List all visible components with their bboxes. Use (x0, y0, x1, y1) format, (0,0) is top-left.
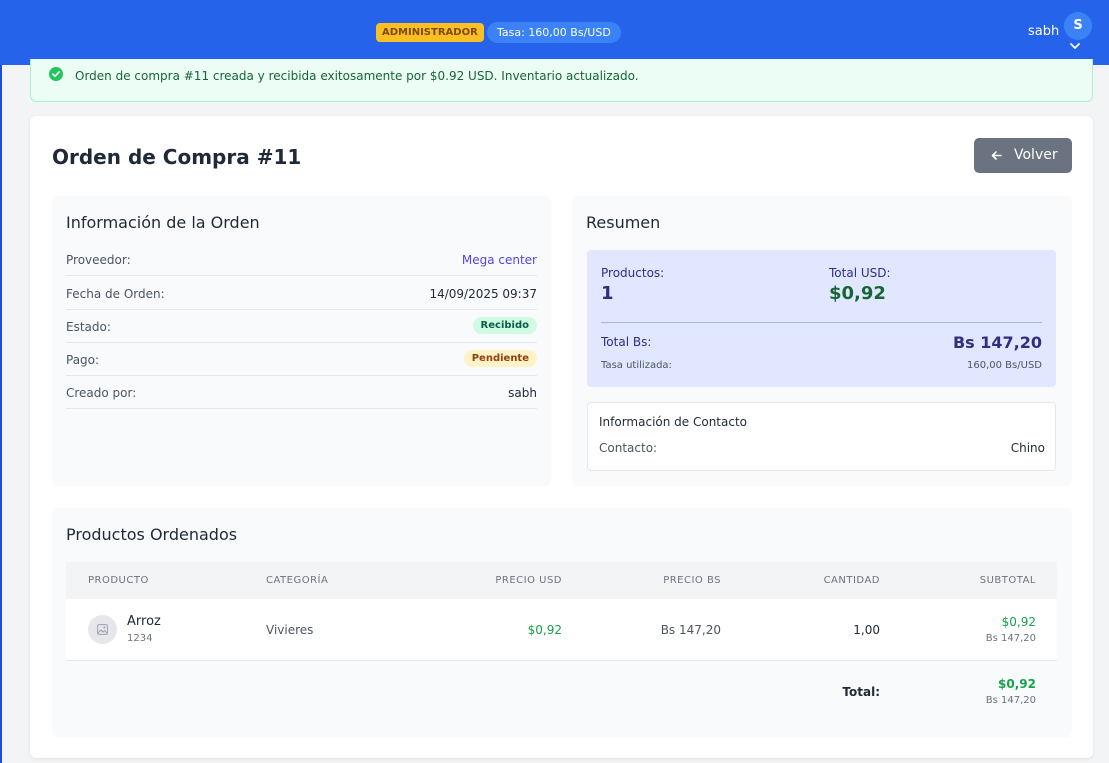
contact-value: Chino (1010, 441, 1045, 455)
info-label: Proveedor: (66, 253, 131, 267)
products-count: 1 (601, 283, 614, 304)
product-price-bs: Bs 147,20 (660, 623, 721, 637)
product-quantity: 1,00 (853, 623, 880, 637)
back-button[interactable]: Volver (974, 138, 1072, 173)
top-navbar: ADMINISTRADOR Tasa: 160,00 Bs/USD sabh S (0, 0, 1109, 65)
info-row-status: Estado: Recibido (66, 309, 537, 343)
product-image-placeholder (88, 615, 117, 644)
info-label: Estado: (66, 320, 111, 334)
info-row-date: Fecha de Orden: 14/09/2025 09:37 (66, 276, 537, 310)
contact-label: Contacto: (599, 441, 658, 455)
column-header: PRECIO USD (495, 575, 562, 586)
status-badge: Recibido (472, 317, 537, 334)
total-bs-label: Total Bs: (601, 335, 652, 349)
product-subtotal-usd: $0,92 (1001, 615, 1036, 629)
order-info-panel: Información de la Orden Proveedor: Mega … (52, 196, 551, 486)
back-button-label: Volver (1014, 147, 1058, 163)
info-label: Pago: (66, 353, 100, 367)
created-by: sabh (508, 386, 537, 400)
payment-badge: Pendiente (463, 350, 537, 367)
user-name[interactable]: sabh (1028, 23, 1059, 40)
products-panel: Productos Ordenados PRODUCTO CATEGORÍA P… (52, 508, 1072, 737)
total-bs: Bs 147,20 (952, 333, 1042, 352)
product-price-usd: $0,92 (527, 623, 562, 637)
supplier-link[interactable]: Mega center (462, 252, 537, 268)
image-icon (97, 624, 108, 635)
product-category: Vivieres (266, 623, 314, 637)
products-title: Productos Ordenados (66, 525, 238, 544)
page-title: Orden de Compra #11 (52, 145, 302, 169)
avatar[interactable]: S (1064, 12, 1092, 40)
alert-message: Orden de compra #11 creada y recibida ex… (75, 69, 639, 83)
product-name: Arroz (127, 614, 161, 629)
contact-info-box: Información de Contacto Contacto: Chino (587, 402, 1056, 471)
total-usd-label: Total USD: (829, 266, 891, 280)
info-row-supplier: Proveedor: Mega center (66, 242, 537, 276)
total-label: Total: (842, 685, 880, 699)
summary-panel: Resumen Productos: 1 Total USD: $0,92 To… (572, 196, 1072, 486)
summary-title: Resumen (586, 213, 661, 232)
table-header: PRODUCTO CATEGORÍA PRECIO USD PRECIO BS … (66, 562, 1057, 599)
order-date: 14/09/2025 09:37 (429, 287, 537, 301)
product-subtotal-bs: Bs 147,20 (985, 633, 1036, 644)
table-footer: Total: $0,92 Bs 147,20 (66, 661, 1057, 737)
column-header: CATEGORÍA (266, 575, 329, 586)
column-header: PRECIO BS (663, 575, 721, 586)
summary-totals: Productos: 1 Total USD: $0,92 Total Bs: … (587, 250, 1056, 387)
info-label: Fecha de Orden: (66, 287, 165, 301)
product-code: 1234 (127, 633, 153, 644)
column-header: SUBTOTAL (979, 575, 1036, 586)
success-alert: Orden de compra #11 creada y recibida ex… (30, 59, 1093, 102)
rate-label: Tasa utilizada: (601, 360, 672, 371)
summary-divider (601, 322, 1042, 323)
column-header: PRODUCTO (88, 575, 149, 586)
order-card: Orden de Compra #11 Volver Información d… (30, 116, 1093, 758)
products-count-label: Productos: (601, 266, 665, 280)
left-edge (0, 0, 2, 763)
contact-title: Información de Contacto (599, 415, 748, 429)
role-badge: ADMINISTRADOR (376, 23, 484, 42)
chevron-down-icon[interactable] (1069, 40, 1081, 52)
footer-total-usd: $0,92 (998, 677, 1036, 691)
total-usd: $0,92 (829, 283, 886, 304)
info-label: Creado por: (66, 386, 137, 400)
check-circle-icon (49, 67, 63, 81)
rate-value: 160,00 Bs/USD (967, 360, 1042, 371)
exchange-rate-badge: Tasa: 160,00 Bs/USD (487, 22, 621, 43)
info-row-payment: Pago: Pendiente (66, 342, 537, 376)
table-row: Arroz 1234 Vivieres $0,92 Bs 147,20 1,00… (66, 599, 1057, 661)
order-info-title: Información de la Orden (66, 213, 260, 232)
column-header: CANTIDAD (823, 575, 880, 586)
footer-total-bs: Bs 147,20 (985, 695, 1036, 706)
arrow-left-icon (991, 151, 1002, 160)
info-row-created-by: Creado por: sabh (66, 375, 537, 409)
